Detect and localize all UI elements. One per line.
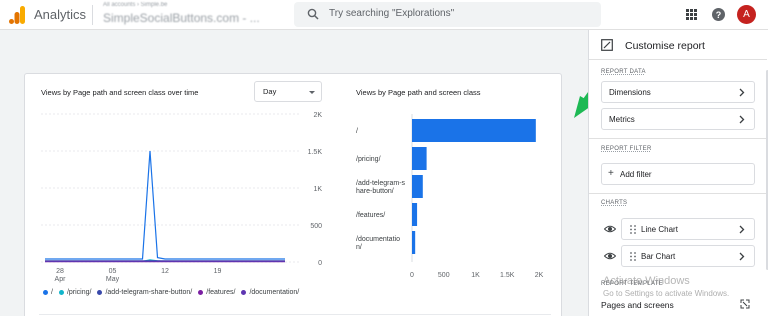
search-placeholder[interactable]: Try searching "Explorations": [329, 8, 454, 19]
metrics-button[interactable]: Metrics: [601, 108, 755, 130]
apps-grid-icon[interactable]: [686, 9, 697, 20]
y-tick-label: 500: [310, 223, 322, 230]
line-chart-label: Line Chart: [641, 225, 678, 234]
panel-divider: [589, 138, 767, 139]
x-tick-label: May: [106, 276, 120, 283]
legend-dot-icon: [241, 290, 247, 295]
charts-label: CHARTS: [601, 200, 628, 206]
legend-item[interactable]: /documentation/: [241, 289, 299, 296]
y-tick-label: 0: [318, 260, 322, 267]
search-bar[interactable]: Try searching "Explorations": [294, 2, 601, 27]
category-label: n/: [356, 244, 362, 251]
customise-icon: [601, 39, 613, 51]
x-tick-label: 1.5K: [500, 272, 515, 279]
windows-activation-title: Activate Windows: [603, 275, 690, 287]
chevron-right-icon: [739, 225, 745, 234]
charts-canvas: 2K 1.5K 1K 500 0 28Apr 05May 12 19 0 500 1K 1.5K 2K / /…: [41, 112, 544, 283]
category-label: /documentatio: [356, 236, 400, 243]
legend-label: /features/: [206, 289, 236, 296]
chevron-right-icon: [739, 252, 745, 261]
x-tick-label: 2K: [535, 272, 544, 279]
legend-item[interactable]: /add-telegram-share-button/: [97, 289, 192, 296]
bar: [412, 175, 423, 198]
legend-dot-icon: [58, 290, 64, 295]
panel-divider: [589, 59, 767, 60]
account-breadcrumb[interactable]: All accounts › Simple.be: [103, 2, 167, 8]
panel-divider: [589, 193, 767, 194]
eye-icon[interactable]: [604, 250, 616, 262]
help-icon[interactable]: ?: [712, 8, 725, 21]
line-chart-row[interactable]: Line Chart: [621, 218, 755, 240]
legend-dot-icon: [198, 290, 204, 295]
y-tick-label: 2K: [313, 112, 322, 119]
y-tick-label: 1K: [313, 186, 322, 193]
avatar[interactable]: A: [737, 5, 756, 24]
svg-text:?: ?: [716, 10, 722, 20]
search-icon: [307, 8, 319, 20]
panel-title: Customise report: [625, 40, 705, 52]
chevron-right-icon: [739, 88, 745, 97]
category-label: /: [356, 128, 358, 135]
series-line: [45, 150, 285, 260]
legend-dot-icon: [43, 290, 48, 295]
legend-label: /documentation/: [249, 289, 300, 296]
x-tick-label: 28: [56, 268, 64, 275]
eye-icon[interactable]: [604, 223, 616, 235]
legend-label: /: [51, 289, 53, 296]
category-label: /add-telegram-s: [356, 180, 406, 187]
x-tick-label: 1K: [471, 272, 480, 279]
add-filter-button[interactable]: + Add filter: [601, 163, 755, 185]
bar: [412, 231, 416, 254]
bar: [412, 119, 536, 142]
dimensions-label: Dimensions: [609, 88, 651, 97]
drag-handle-icon[interactable]: [630, 252, 636, 261]
add-filter-label: Add filter: [620, 170, 652, 179]
top-app-bar: Analytics All accounts › Simple.be Simpl…: [0, 0, 768, 30]
y-tick-label: 1.5K: [308, 149, 323, 156]
x-tick-label: 12: [161, 268, 169, 275]
category-label: /pricing/: [356, 156, 381, 163]
report-card: Views by Page path and screen class over…: [24, 73, 562, 316]
x-tick-label: 0: [410, 272, 414, 279]
bar-chart-row[interactable]: Bar Chart: [621, 245, 755, 267]
report-filter-label: REPORT FILTER: [601, 146, 652, 152]
legend-item[interactable]: /features/: [198, 289, 235, 296]
bar: [412, 147, 427, 170]
analytics-logo-icon[interactable]: [9, 6, 25, 24]
legend-item[interactable]: /pricing/: [58, 289, 92, 296]
x-tick-label: 05: [109, 268, 117, 275]
category-label: /features/: [356, 212, 385, 219]
report-data-label: REPORT DATA: [601, 69, 646, 75]
legend-dot-icon: [97, 290, 103, 295]
customise-report-panel: Customise report REPORT DATA Dimensions …: [588, 30, 768, 316]
plus-icon: +: [608, 168, 614, 179]
app-title[interactable]: Analytics: [34, 7, 86, 22]
chevron-right-icon: [739, 115, 745, 124]
bar: [412, 203, 418, 226]
x-tick-label: 19: [214, 268, 222, 275]
x-tick-label: 500: [438, 272, 450, 279]
report-template-value[interactable]: Pages and screens: [601, 300, 674, 310]
line-chart-legend: / /pricing/ /add-telegram-share-button/ /fe…: [43, 289, 299, 296]
legend-label: /add-telegram-share-button/: [105, 289, 193, 296]
unlink-template-icon[interactable]: [739, 298, 751, 310]
bar-chart-label: Bar Chart: [641, 252, 676, 261]
drag-handle-icon[interactable]: [630, 225, 636, 234]
card-divider: [39, 314, 551, 315]
category-label: hare-button/: [356, 188, 394, 195]
header-divider: [92, 5, 93, 25]
x-tick-label: Apr: [55, 276, 67, 283]
metrics-label: Metrics: [609, 115, 635, 124]
legend-item[interactable]: /: [43, 289, 53, 296]
windows-activation-subtitle: Go to Settings to activate Windows.: [603, 289, 730, 298]
dimensions-button[interactable]: Dimensions: [601, 81, 755, 103]
legend-label: /pricing/: [66, 289, 92, 296]
property-selector[interactable]: SimpleSocialButtons.com - ...: [103, 11, 260, 25]
